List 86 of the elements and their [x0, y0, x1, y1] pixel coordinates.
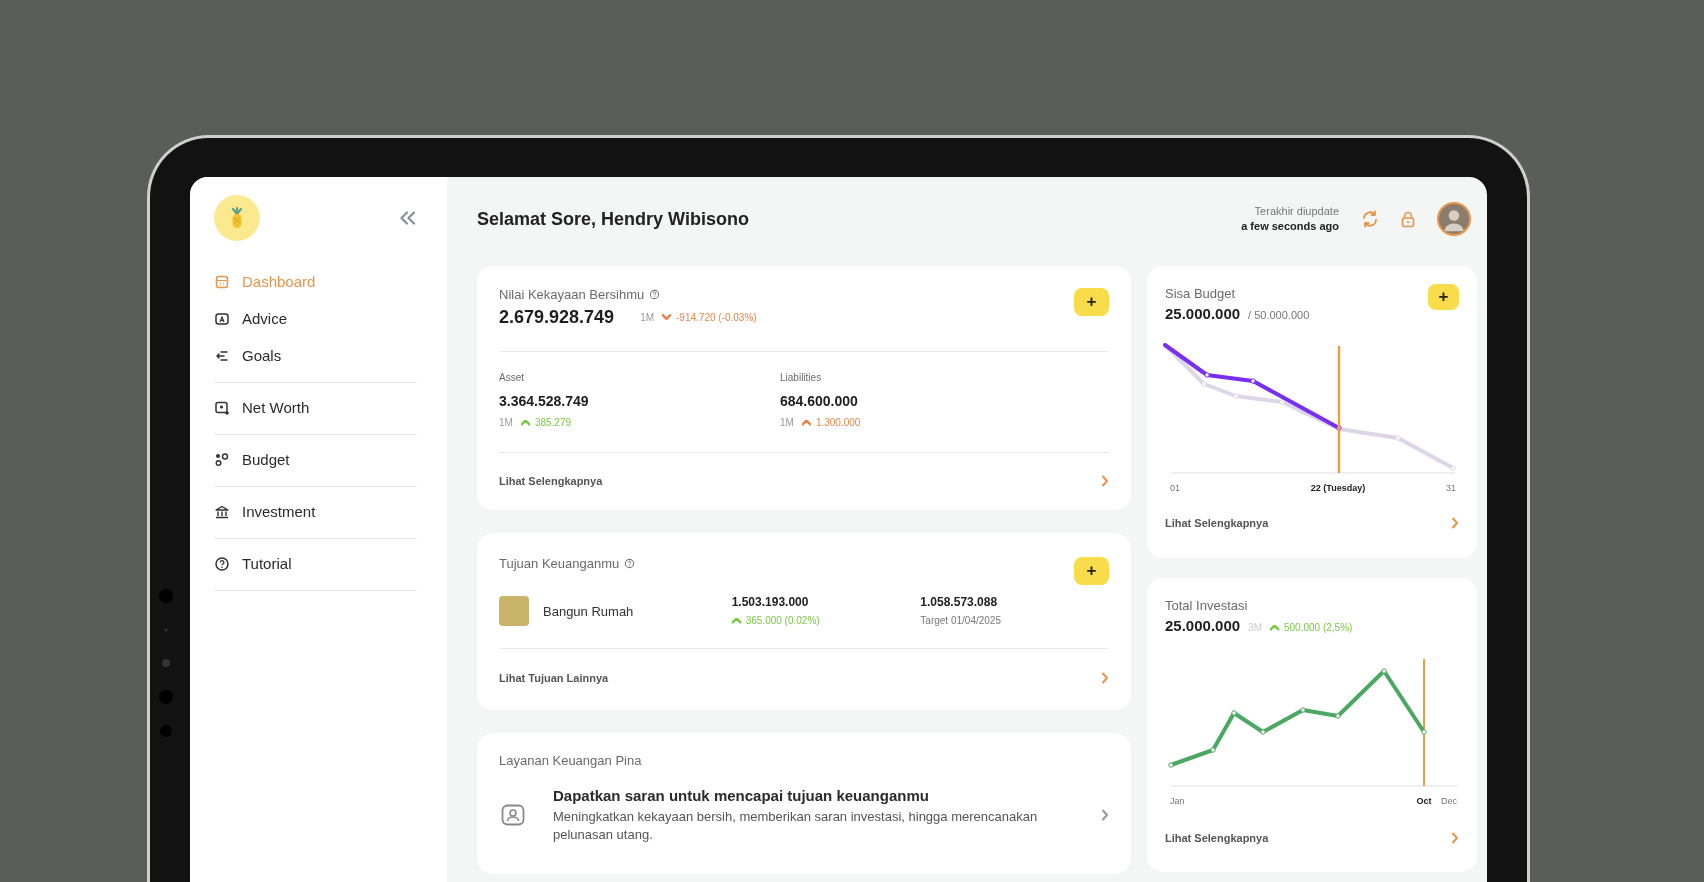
chevron-right-icon[interactable] [1101, 808, 1109, 821]
change-amount: 385.279 [534, 416, 572, 430]
chevron-right-icon[interactable] [1451, 517, 1459, 529]
nav-item[interactable]: Net Worth [214, 389, 417, 426]
help-icon [214, 555, 230, 572]
data-point [1300, 707, 1306, 713]
data-point [1250, 378, 1256, 384]
chevron-right-icon[interactable] [1101, 672, 1109, 684]
breakdown-label: Liabilities [780, 371, 823, 385]
breakdown-value: 3.364.528.749 [499, 392, 590, 411]
change-amount: -914.720 (-0.03%) [676, 311, 757, 323]
nav-item[interactable]: Advice [214, 300, 417, 337]
advice-icon [214, 310, 230, 327]
data-point [1336, 425, 1342, 431]
breakdown-label: Asset [499, 371, 525, 385]
see-more-link[interactable]: Lihat Selengkapnya [1165, 832, 1269, 844]
chevron-right-icon[interactable] [1451, 832, 1459, 844]
data-point [1233, 393, 1239, 399]
add-button[interactable]: + [1428, 284, 1459, 310]
add-button[interactable]: + [1074, 557, 1109, 585]
period-label: 1M [780, 416, 794, 430]
investment-total: 25.000.000 [1165, 616, 1241, 636]
wallet-plus-icon [214, 399, 230, 416]
net-worth-value: 2.679.928.749 [499, 306, 615, 328]
period-label: 1M [499, 416, 513, 430]
period-label: 1M [640, 311, 655, 323]
data-point [1204, 372, 1210, 378]
card-title: Tujuan Keuanganmu [499, 555, 620, 571]
axis-label: Oct [1416, 796, 1432, 806]
data-point [1210, 747, 1216, 753]
help-icon[interactable] [624, 557, 636, 569]
circles-icon [214, 451, 230, 468]
avatar[interactable] [1437, 202, 1471, 236]
card-title: Total Investasi [1165, 597, 1249, 615]
see-more-link[interactable]: Lihat Tujuan Lainnya [499, 672, 609, 684]
refresh-icon[interactable] [1361, 210, 1379, 228]
change-amount: 365.000 (0.02%) [745, 614, 820, 628]
goal-saved-amount: 1.503.193.000 [731, 594, 810, 611]
data-point [1381, 668, 1387, 674]
update-label: Terakhir diupdate [1253, 204, 1339, 219]
update-time: a few seconds ago [1241, 219, 1339, 234]
photo-placeholder [499, 596, 529, 626]
chevron-right-icon[interactable] [1101, 475, 1109, 487]
logo[interactable] [214, 195, 260, 241]
see-more-link[interactable]: Lihat Selengkapnya [499, 475, 603, 487]
greeting-title: Selamat Sore, Hendry Wibisono [477, 208, 749, 230]
budget-total: / 50.000.000 [1248, 308, 1310, 323]
change-amount: 500.000 (2,5%) [1284, 621, 1353, 635]
service-title[interactable]: Dapatkan saran untuk mencapai tujuan keuanganmu [553, 785, 1079, 807]
axis-label: 01 [1170, 483, 1180, 493]
data-point [1279, 399, 1285, 405]
data-point [1395, 435, 1401, 441]
data-point [1168, 762, 1174, 768]
budget-remaining: 25.000.000 [1165, 304, 1241, 324]
axis-label: 31 [1446, 483, 1456, 493]
goal-target-date: Target 01/04/2025 [920, 614, 1002, 628]
nav-item[interactable]: Budget [214, 441, 417, 478]
card-title: Layanan Keuangan Pina [499, 753, 643, 768]
data-point [1260, 729, 1266, 735]
collapse-icon[interactable] [399, 211, 417, 225]
nav-item[interactable]: Investment [214, 493, 417, 530]
calendar-icon [214, 273, 230, 290]
axis-label: Jan [1170, 796, 1185, 806]
card-title: Nilai Kekayaan Bersihmu [499, 286, 645, 302]
add-button[interactable]: + [1074, 288, 1109, 316]
bank-icon [214, 503, 230, 520]
goal-target-amount: 1.058.573.088 [920, 594, 999, 611]
axis-label: 22 (Tuesday) [1310, 483, 1366, 493]
service-description: Meningkatkan kekayaan bersih, memberikan saran investasi, hingga merencanakan pelunasan utang. [553, 808, 1039, 844]
see-more-link[interactable]: Lihat Selengkapnya [1165, 517, 1269, 529]
data-point [1421, 729, 1427, 735]
breakdown-value: 684.600.000 [780, 392, 859, 411]
data-point [1335, 713, 1341, 719]
lock-icon[interactable] [1401, 210, 1415, 228]
nav-item[interactable]: Tutorial [214, 545, 417, 582]
pineapple-icon [229, 206, 245, 230]
data-point [1201, 381, 1207, 387]
change-amount: 1.300.000 [815, 416, 861, 430]
data-point [1450, 465, 1456, 471]
help-icon[interactable] [649, 288, 661, 300]
person-icon [501, 803, 525, 826]
card-title: Sisa Budget [1165, 285, 1237, 303]
goal-name: Bangun Rumah [543, 603, 635, 619]
data-point [1231, 710, 1237, 716]
axis-label: Dec [1441, 796, 1457, 806]
nav-item[interactable]: Goals [214, 337, 417, 374]
